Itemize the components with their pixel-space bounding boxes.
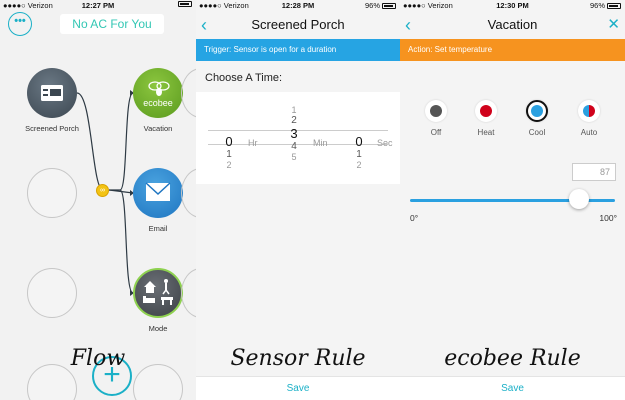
hours-wheel[interactable]: 0 1 2 [222,134,236,170]
minutes-wheel[interactable]: 1 2 3 4 5 [287,105,301,162]
hours-unit: Hr [248,138,258,148]
envelope-icon [145,182,171,201]
mode-node[interactable] [133,268,183,318]
mode-heat-label: Heat [477,128,495,137]
minutes-unit: Min [313,138,328,148]
screened-porch-node[interactable] [27,68,77,118]
minutes-selected: 3 [290,126,298,141]
page-title: Vacation [487,17,538,32]
email-label: Email [148,224,168,233]
ecobee-rule-screen: ●●●●○ Verizon 12:30 PM 96% ‹ Vacation ✕ … [400,0,625,400]
slider-min-label: 0° [410,213,419,223]
back-chevron-icon[interactable]: ‹ [405,12,411,38]
hvac-mode-selector: Off Heat Cool Auto [400,100,625,150]
mode-off-label: Off [430,128,442,137]
connector-vacation [109,92,134,191]
empty-trigger-slot[interactable] [27,168,77,218]
empty-trigger-slot[interactable] [27,268,77,318]
minutes-prev2: 1 [291,105,297,115]
hours-selected: 0 [225,134,233,149]
temperature-input[interactable]: 87 [572,163,616,181]
save-button[interactable]: Save [196,376,400,400]
minutes-prev: 2 [291,115,297,126]
status-bar: ●●●●○ Verizon 12:30 PM 96% [400,0,625,10]
choose-time-label: Choose A Time: [205,72,283,84]
hours-next2: 2 [226,160,232,170]
seconds-next: 1 [356,149,362,160]
minutes-next: 4 [291,141,297,152]
heat-dot-icon [480,105,492,117]
hours-next: 1 [226,149,232,160]
action-banner: Action: Set temperature [400,39,625,61]
battery-indicator: 96% [365,1,396,10]
mode-auto[interactable]: Auto [569,100,609,137]
ecobee-icon: ecobee [143,81,173,108]
mode-icon [143,279,173,305]
mode-heat[interactable]: Heat [466,100,506,137]
seconds-unit: Sec [377,138,393,148]
slider-max-label: 100° [599,213,617,223]
mode-cool-label: Cool [528,128,546,137]
nav-bar: ‹ Vacation ✕ [400,12,625,38]
back-chevron-icon[interactable]: ‹ [201,12,207,38]
mode-off[interactable]: Off [416,100,456,137]
caption-sensor-rule: Sensor Rule [230,346,366,371]
seconds-wheel[interactable]: 0 1 2 [352,134,366,170]
duration-picker[interactable]: 0 1 2 Hr 1 2 3 4 5 Min 0 1 2 Sec [196,92,400,184]
cool-dot-icon [531,105,543,117]
temperature-slider-thumb[interactable] [569,189,589,209]
caption-flow: Flow [70,346,126,371]
ecobee-icon-text: ecobee [143,98,173,108]
page-title: Screened Porch [251,17,345,32]
auto-dot-icon [583,105,595,117]
battery-icon [382,2,396,9]
minutes-next2: 5 [291,152,297,162]
email-node[interactable] [133,168,183,218]
nav-bar: ‹ Screened Porch [196,12,400,38]
flow-screen: ●●●●○ Verizon 12:27 PM ••• No AC For You… [0,0,196,400]
caption-ecobee-rule: ecobee Rule [444,346,581,371]
mode-label: Mode [148,324,168,333]
vacation-label: Vacation [143,124,173,133]
vacation-node[interactable]: ecobee [133,68,183,118]
battery-percent: 96% [589,1,605,10]
battery-indicator: 96% [590,1,621,10]
connector-mode [119,189,134,294]
off-dot-icon [430,105,442,117]
close-icon[interactable]: ✕ [607,12,620,38]
seconds-next2: 2 [356,160,362,170]
battery-percent: 96% [364,1,380,10]
mode-auto-label: Auto [580,128,598,137]
battery-icon [607,2,621,9]
sensor-rule-screen: ●●●●○ Verizon 12:28 PM 96% ‹ Screened Po… [196,0,400,400]
seconds-selected: 0 [355,134,363,149]
mode-cool[interactable]: Cool [517,100,557,137]
sensor-icon [41,85,63,101]
trigger-banner: Trigger: Sensor is open for a duration [196,39,400,61]
connector-junction-icon[interactable]: ∞ [96,184,109,197]
connector-trigger [76,92,104,191]
save-button[interactable]: Save [400,376,625,400]
status-bar: ●●●●○ Verizon 12:28 PM 96% [196,0,400,10]
screened-porch-label: Screened Porch [25,124,79,133]
